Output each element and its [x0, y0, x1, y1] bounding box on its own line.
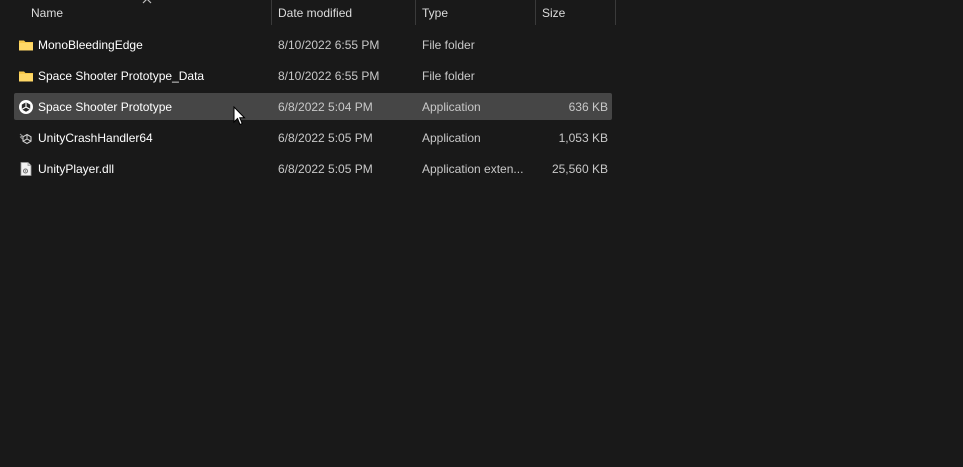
file-row-unityplayer-dll[interactable]: UnityPlayer.dll 6/8/2022 5:05 PM Applica…	[14, 155, 612, 182]
column-header-date-label: Date modified	[278, 6, 353, 20]
folder-icon	[19, 71, 33, 82]
file-size: 25,560 KB	[551, 162, 608, 176]
file-type: File folder	[422, 38, 475, 52]
column-divider[interactable]	[535, 0, 536, 25]
file-name: Space Shooter Prototype_Data	[38, 69, 205, 83]
column-header-name-label: Name	[31, 6, 64, 20]
file-size	[534, 31, 608, 58]
file-explorer-window: Name Date modified Type Size MonoBleedin…	[0, 0, 963, 467]
mouse-pointer-icon	[233, 106, 246, 126]
column-header-type-label: Type	[422, 6, 449, 20]
column-header-date-modified[interactable]: Date modified	[278, 0, 414, 25]
file-date-modified: 6/8/2022 5:05 PM	[278, 131, 373, 145]
file-name: UnityCrashHandler64	[38, 131, 153, 145]
file-type: Application	[422, 100, 481, 114]
column-divider[interactable]	[415, 0, 416, 25]
file-name: MonoBleedingEdge	[38, 38, 143, 52]
dll-file-icon	[20, 162, 32, 176]
sort-ascending-icon	[142, 0, 152, 4]
file-date-modified: 6/8/2022 5:05 PM	[278, 162, 373, 176]
column-header-size[interactable]: Size	[542, 0, 614, 25]
file-name: UnityPlayer.dll	[38, 162, 115, 176]
file-row-space-shooter-prototype-data[interactable]: Space Shooter Prototype_Data 8/10/2022 6…	[14, 62, 612, 89]
column-divider[interactable]	[271, 0, 272, 25]
file-type: Application exten...	[422, 162, 524, 176]
unity-app-icon	[19, 100, 33, 114]
file-date-modified: 8/10/2022 6:55 PM	[278, 38, 380, 52]
column-header-size-label: Size	[542, 6, 566, 20]
file-row-monobleedingedge[interactable]: MonoBleedingEdge 8/10/2022 6:55 PM File …	[14, 31, 612, 58]
file-date-modified: 8/10/2022 6:55 PM	[278, 69, 380, 83]
file-size: 1,053 KB	[558, 131, 608, 145]
unity-crash-handler-icon	[19, 133, 32, 145]
folder-icon	[19, 40, 33, 51]
column-header-bar: Name Date modified Type Size	[0, 0, 616, 25]
file-size	[534, 62, 608, 89]
column-divider[interactable]	[615, 0, 616, 25]
file-size: 636 KB	[568, 100, 608, 114]
file-type: Application	[422, 131, 481, 145]
file-type: File folder	[422, 69, 475, 83]
file-row-space-shooter-prototype[interactable]: Space Shooter Prototype 6/8/2022 5:04 PM…	[14, 93, 612, 120]
file-date-modified: 6/8/2022 5:04 PM	[278, 100, 373, 114]
column-header-type[interactable]: Type	[422, 0, 534, 25]
file-row-unitycrashhandler64[interactable]: UnityCrashHandler64 6/8/2022 5:05 PM App…	[14, 124, 612, 151]
